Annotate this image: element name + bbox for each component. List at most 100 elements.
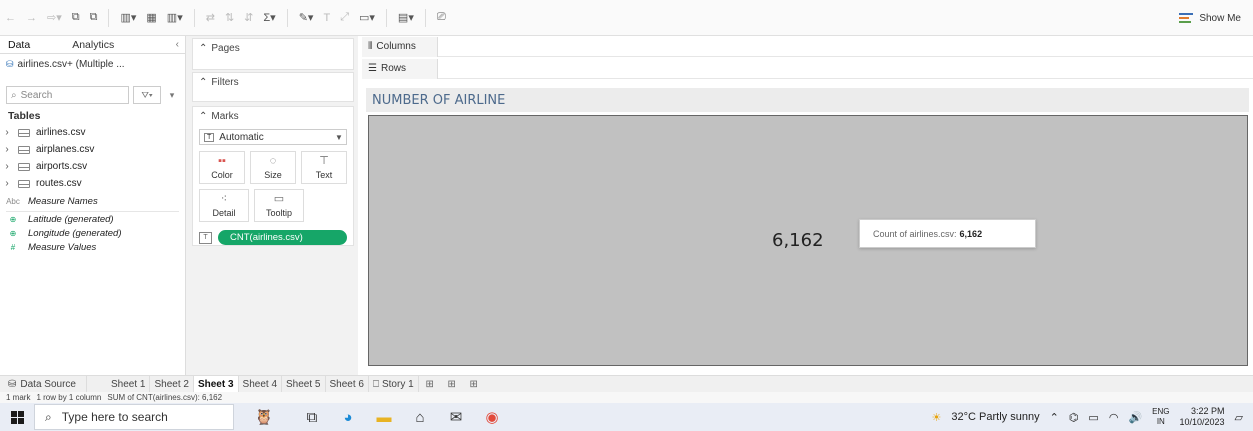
viz-canvas[interactable]: 6,162 Count of airlines.csv: 6,162 <box>368 115 1248 366</box>
count-value-label[interactable]: 6,162 <box>772 230 824 251</box>
collapse-icon[interactable]: ‹ <box>176 39 185 50</box>
fit-icon[interactable]: ▭▾ <box>354 7 380 29</box>
chrome-icon[interactable]: ◉ <box>474 403 510 431</box>
expand-icon[interactable]: › <box>2 127 12 138</box>
task-view-icon[interactable]: ⧉ <box>294 403 330 431</box>
chevron-down-icon: ▼ <box>335 132 343 142</box>
save-icon[interactable]: ⧉ <box>67 7 85 29</box>
sort-desc-icon[interactable]: ⇵ <box>239 7 258 29</box>
language-indicator[interactable]: ENG IN <box>1152 407 1169 427</box>
story-tab[interactable]: ⎕ Story 1 <box>369 375 419 393</box>
sheet-tab-active[interactable]: Sheet 3 <box>193 375 239 393</box>
chevron-up-icon[interactable]: ⌃ <box>199 43 207 54</box>
mark-type-dropdown[interactable]: T Automatic ▼ <box>199 129 347 145</box>
new-datasource-icon[interactable]: ⧉ <box>85 7 103 29</box>
new-story-icon[interactable]: ⊞ <box>463 376 485 393</box>
sheet-tab[interactable]: Sheet 6 <box>326 375 369 393</box>
filters-label: Filters <box>211 76 239 88</box>
data-source-tab[interactable]: ⛁ Data Source <box>0 375 87 393</box>
windows-start-icon[interactable] <box>0 403 34 431</box>
taskbar-search-input[interactable]: ⌕ Type here to search <box>34 404 234 430</box>
field-item[interactable]: ⊕ Longitude (generated) <box>0 226 185 240</box>
chevron-up-icon[interactable]: ⌃ <box>1050 411 1059 424</box>
filter-icon[interactable]: ⛛▾ <box>133 86 161 104</box>
sort-asc-icon[interactable]: ⇅ <box>220 7 239 29</box>
undo-icon[interactable]: ← <box>0 7 21 29</box>
tooltip-icon: ▭ <box>273 193 285 205</box>
sheet-tab[interactable]: Sheet 4 <box>239 375 283 393</box>
new-worksheet-icon[interactable]: ▥▾ <box>115 7 141 29</box>
show-me-button[interactable]: Show Me <box>1179 0 1241 36</box>
tooltip-button[interactable]: ▭ Tooltip <box>254 189 304 222</box>
measure-pill[interactable]: CNT(airlines.csv) <box>218 230 347 245</box>
system-tray: ☀ 32°C Partly sunny ⌃ ⌬ ▭ ◠ 🔊 ENG IN 3:2… <box>932 403 1253 431</box>
presentation-icon[interactable]: ▤▾ <box>393 7 419 29</box>
table-item[interactable]: › airplanes.csv <box>0 141 185 158</box>
windows-taskbar: ⌕ Type here to search 🦉 ⧉ ◕ ▬ ⌂ ✉ ◉ ☀ 32… <box>0 403 1253 431</box>
share-icon[interactable]: ⎚ <box>432 7 451 29</box>
network-icon[interactable]: ⌬ <box>1069 411 1079 424</box>
color-icon: ▪▪ <box>218 155 226 167</box>
sheet-tab[interactable]: Sheet 1 <box>107 375 151 393</box>
rows-shelf[interactable]: ☰ Rows <box>362 58 1253 79</box>
table-item[interactable]: › airlines.csv <box>0 124 185 141</box>
wifi-icon[interactable]: ◠ <box>1109 411 1119 424</box>
sheet-tab[interactable]: Sheet 5 <box>282 375 326 393</box>
taskbar-search-placeholder: Type here to search <box>61 410 168 424</box>
field-item[interactable]: Abc Measure Names <box>0 194 185 208</box>
search-highlight-icon[interactable]: 🦉 <box>234 403 294 431</box>
table-icon <box>18 179 30 188</box>
mail-icon[interactable]: ✉ <box>438 403 474 431</box>
duplicate-sheet-icon[interactable]: ▦ <box>141 7 161 29</box>
redo-icon[interactable]: → <box>21 7 42 29</box>
notification-icon[interactable]: ▱ <box>1235 411 1243 424</box>
chevron-up-icon[interactable]: ⌃ <box>199 77 207 88</box>
datasource-item[interactable]: ⛁ airlines.csv+ (Multiple ... <box>0 54 185 74</box>
new-dashboard-icon[interactable]: ⊞ <box>441 376 463 393</box>
expand-icon[interactable]: › <box>2 161 12 172</box>
expand-icon[interactable]: › <box>2 144 12 155</box>
story-icon: ⎕ <box>372 378 379 390</box>
tables-heading: Tables <box>8 110 41 122</box>
field-item[interactable]: # Measure Values <box>0 240 185 254</box>
expand-icon[interactable]: › <box>2 178 12 189</box>
field-item[interactable]: ⊕ Latitude (generated) <box>0 212 185 226</box>
tab-data[interactable]: Data <box>0 39 38 51</box>
color-button[interactable]: ▪▪ Color <box>199 151 245 184</box>
clock[interactable]: 3:22 PM 10/10/2023 <box>1179 406 1224 428</box>
swap-icon[interactable]: ⇄ <box>201 7 220 29</box>
volume-icon[interactable]: 🔊 <box>1128 411 1142 424</box>
table-item[interactable]: › airports.csv <box>0 158 185 175</box>
new-worksheet-icon[interactable]: ⊞ <box>419 376 441 393</box>
string-type-icon: Abc <box>6 196 20 206</box>
sheet-tab[interactable]: Sheet 2 <box>150 375 194 393</box>
pages-card[interactable]: ⌃ Pages <box>192 38 354 70</box>
table-item[interactable]: › routes.csv <box>0 175 185 192</box>
tab-analytics[interactable]: Analytics <box>64 39 122 51</box>
battery-icon[interactable]: ▭ <box>1088 411 1098 424</box>
file-explorer-icon[interactable]: ▬ <box>366 403 402 431</box>
microsoft-store-icon[interactable]: ⌂ <box>402 403 438 431</box>
labels-icon[interactable]: T <box>318 7 335 29</box>
weather-icon[interactable]: ☀ <box>932 411 942 424</box>
highlight-icon[interactable]: ✎▾ <box>294 7 319 29</box>
columns-shelf[interactable]: ⦀ Columns <box>362 36 1253 57</box>
chevron-down-icon[interactable]: ▾ <box>165 86 179 104</box>
field-search-input[interactable]: ⌕ Search <box>6 86 129 104</box>
text-button[interactable]: ⊤ Text <box>301 151 347 184</box>
totals-icon[interactable]: Σ▾ <box>258 7 280 29</box>
clear-sheet-icon[interactable]: ▥▾ <box>162 7 188 29</box>
chevron-up-icon[interactable]: ⌃ <box>199 111 207 122</box>
marks-label: Marks <box>211 110 239 122</box>
size-button[interactable]: ◌ Size <box>250 151 296 184</box>
worksheet-title[interactable]: NUMBER OF AIRLINE <box>366 88 1249 112</box>
lang-bottom: IN <box>1156 417 1165 426</box>
text-mark-icon: T <box>204 132 215 142</box>
replay-icon[interactable]: ⇨▾ <box>42 7 67 29</box>
edge-browser-icon[interactable]: ◕ <box>330 403 366 431</box>
detail-button[interactable]: ⁖ Detail <box>199 189 249 222</box>
clock-time: 3:22 PM <box>1191 406 1225 416</box>
filters-card[interactable]: ⌃ Filters <box>192 72 354 102</box>
weather-text[interactable]: 32°C Partly sunny <box>951 411 1039 423</box>
fix-axes-icon[interactable]: ⤢ <box>335 7 354 29</box>
